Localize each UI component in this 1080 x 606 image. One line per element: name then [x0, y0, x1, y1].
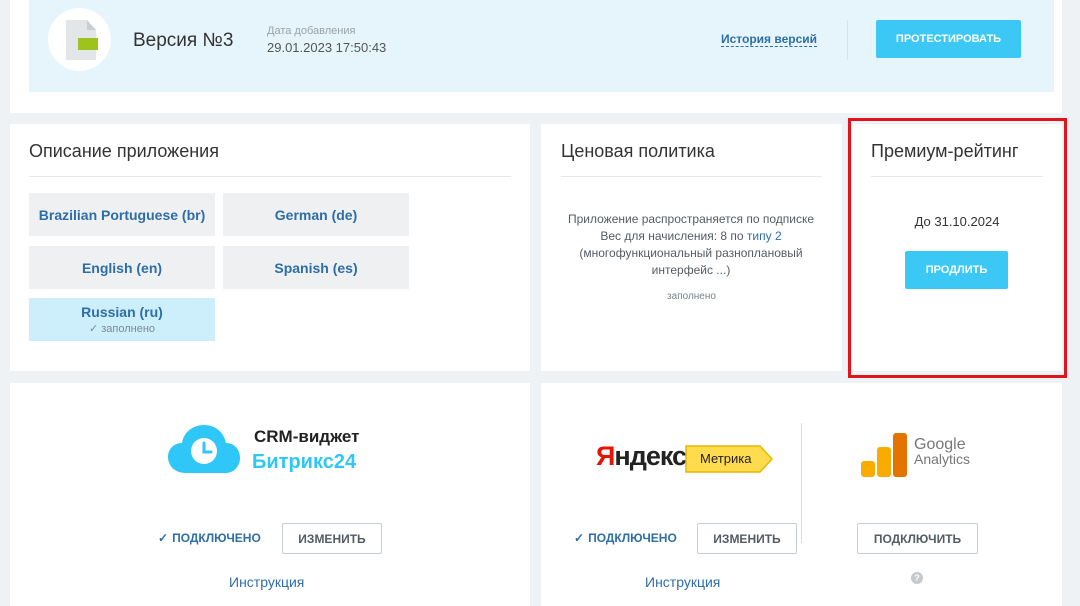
- ga-line1: Google: [914, 436, 966, 453]
- yandex-wordmark-first: Я: [596, 441, 615, 471]
- divider: [871, 176, 1043, 177]
- premium-title: Премиум-рейтинг: [871, 141, 1019, 161]
- document-badge: [78, 38, 98, 50]
- ga-line2: Analytics: [914, 451, 971, 467]
- yandex-metrika-logo: Яндекс Метрика: [596, 439, 776, 479]
- metrika-label: Метрика: [700, 451, 752, 466]
- date-label: Дата добавления: [267, 25, 356, 37]
- extend-button[interactable]: ПРОДЛИТЬ: [905, 251, 1008, 289]
- check-icon: ✓: [574, 531, 585, 545]
- language-button-de[interactable]: German (de): [223, 193, 409, 236]
- connected-status: ✓ ПОДКЛЮЧЕНО: [158, 531, 261, 545]
- version-title: Версия №3: [133, 30, 234, 51]
- premium-panel: Премиум-рейтинг До 31.10.2024 ПРОДЛИТЬ: [852, 124, 1062, 371]
- pricing-weight: Вес для начисления: 8 по: [600, 229, 747, 243]
- divider: [801, 423, 802, 543]
- bitrix24-logo: CRM-виджет Битрикс24: [168, 421, 378, 483]
- test-button[interactable]: ПРОТЕСТИРОВАТЬ: [876, 20, 1021, 58]
- divider: [847, 20, 848, 60]
- pricing-more-link[interactable]: ...: [716, 263, 726, 277]
- language-label: German (de): [274, 206, 358, 223]
- pricing-line: Приложение распространяется по подписке: [567, 212, 815, 226]
- google-analytics-logo: Google Analytics: [861, 431, 981, 479]
- language-label: English (en): [81, 259, 163, 276]
- crm-logo-brand: Битрикс24: [252, 451, 357, 473]
- pricing-description: Приложение распространяется по подписке …: [555, 211, 827, 279]
- version-history-link[interactable]: История версий: [721, 32, 818, 47]
- pricing-type-text: (многофункциональный разноплановый интер…: [579, 246, 803, 277]
- cloud-clock-icon: [168, 425, 240, 473]
- language-label: Brazilian Portuguese (br): [38, 206, 206, 223]
- connected-status: ✓ ПОДКЛЮЧЕНО: [574, 531, 677, 545]
- version-panel: Версия №3 Дата добавления 29.01.2023 17:…: [10, 0, 1062, 113]
- help-icon[interactable]: ?: [911, 572, 923, 584]
- pricing-panel: Ценовая политика Приложение распространя…: [541, 124, 842, 371]
- connected-status-text: ПОДКЛЮЧЕНО: [172, 531, 261, 545]
- description-title: Описание приложения: [29, 141, 219, 161]
- pricing-type-line: (многофункциональный разноплановый интер…: [555, 245, 827, 279]
- instruction-link[interactable]: Инструкция: [645, 574, 720, 590]
- crm-logo-title: CRM-виджет: [254, 427, 360, 446]
- premium-date: До 31.10.2024: [914, 214, 1000, 229]
- version-bar: Версия №3 Дата добавления 29.01.2023 17:…: [29, 0, 1054, 92]
- yandex-wordmark: Яндекс: [596, 441, 687, 472]
- change-button[interactable]: ИЗМЕНИТЬ: [282, 523, 382, 554]
- analytics-bars-icon: [861, 433, 907, 477]
- pricing-title: Ценовая политика: [561, 141, 715, 161]
- date-value: 29.01.2023 17:50:43: [267, 40, 387, 55]
- divider: [29, 176, 511, 177]
- filled-status: ✓ заполнено: [89, 322, 155, 335]
- pricing-type-end: ): [726, 263, 731, 277]
- check-icon: ✓: [158, 531, 169, 545]
- crm-widget-panel: CRM-виджет Битрикс24 ✓ ПОДКЛЮЧЕНО ИЗМЕНИТ…: [10, 383, 530, 606]
- file-icon: [48, 8, 111, 71]
- pricing-type-link[interactable]: типу 2: [747, 229, 782, 243]
- connected-status-text: ПОДКЛЮЧЕНО: [588, 531, 677, 545]
- check-icon: ✓: [88, 323, 102, 335]
- metrics-panel: Яндекс Метрика ✓ ПОДКЛЮЧЕНО ИЗМЕНИТЬ Инст…: [541, 383, 1062, 606]
- pricing-status: заполнено: [667, 291, 716, 302]
- language-button-br[interactable]: Brazilian Portuguese (br): [29, 193, 215, 236]
- connect-button[interactable]: ПОДКЛЮЧИТЬ: [857, 523, 978, 554]
- language-button-en[interactable]: English (en): [29, 246, 215, 289]
- filled-status-text: заполнено: [101, 323, 156, 335]
- instruction-link[interactable]: Инструкция: [229, 574, 304, 590]
- document-fold: [87, 20, 96, 30]
- description-panel: Описание приложения Brazilian Portuguese…: [10, 124, 530, 371]
- yandex-wordmark-rest: ндекс: [614, 441, 687, 471]
- change-button[interactable]: ИЗМЕНИТЬ: [697, 523, 797, 554]
- language-label: Spanish (es): [274, 259, 358, 276]
- language-button-ru[interactable]: Russian (ru) ✓ заполнено: [29, 298, 215, 341]
- pricing-weight-line: Вес для начисления: 8 по типу 2: [555, 228, 827, 245]
- language-label: Russian (ru): [81, 304, 163, 320]
- google-analytics-wordmark: Google Analytics: [914, 437, 970, 467]
- language-button-es[interactable]: Spanish (es): [223, 246, 409, 289]
- divider: [561, 176, 822, 177]
